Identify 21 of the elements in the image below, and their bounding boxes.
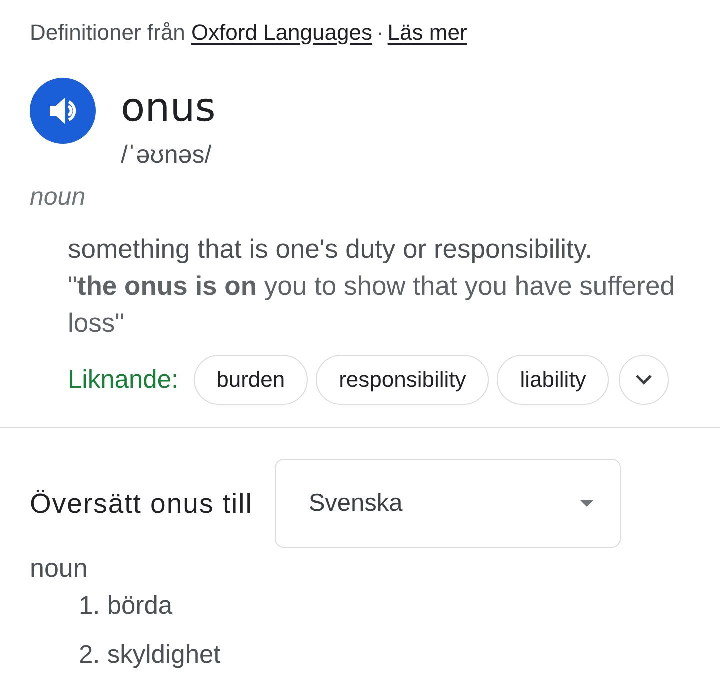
source-label: Definitioner från bbox=[30, 20, 186, 45]
source-link[interactable]: Oxford Languages bbox=[191, 20, 372, 45]
similar-label: Liknande: bbox=[68, 365, 179, 395]
synonym-chip[interactable]: burden bbox=[194, 355, 308, 405]
language-dropdown[interactable]: Svenska bbox=[274, 459, 621, 548]
pronunciation: /ˈəʊnəs/ bbox=[121, 141, 213, 169]
chevron-down-icon bbox=[635, 374, 654, 386]
translation-part-of-speech: noun bbox=[29, 554, 89, 582]
definition-text: something that is one's duty or responsibility. bbox=[68, 233, 594, 266]
example-sentence: "the onus is on you to show that you have suffered loss" bbox=[68, 270, 676, 340]
speaker-icon[interactable] bbox=[30, 78, 96, 144]
part-of-speech: noun bbox=[29, 183, 87, 211]
headword: onus bbox=[121, 85, 216, 131]
dropdown-arrow-icon bbox=[580, 500, 594, 507]
translation-item: 2. skyldighet bbox=[79, 640, 222, 671]
synonym-chip[interactable]: liability bbox=[497, 355, 610, 405]
separator-dot: · bbox=[375, 20, 385, 45]
translate-label: Översätt onus till bbox=[30, 486, 253, 520]
synonym-chip[interactable]: responsibility bbox=[316, 355, 490, 405]
translation-item: 1. börda bbox=[79, 591, 174, 622]
read-more-link[interactable]: Läs mer bbox=[388, 20, 468, 45]
